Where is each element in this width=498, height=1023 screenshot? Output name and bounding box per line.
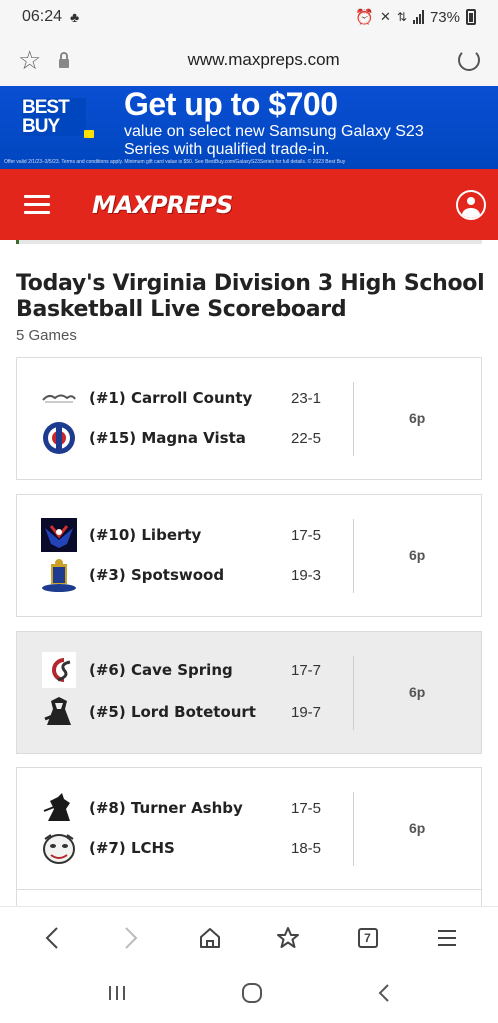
url-text[interactable]: www.maxpreps.com <box>69 50 458 70</box>
battery-percent: 73% <box>429 8 460 26</box>
best-buy-tag-icon <box>84 130 94 138</box>
home-icon[interactable] <box>190 918 230 958</box>
game-card[interactable]: (#1) Carroll County 23-1 (#15) Magna Vis… <box>16 357 482 480</box>
status-bar: 06:24 ♣ ⏰ ✕ ⇅ 73% <box>0 0 498 34</box>
best-buy-logo: BEST BUY <box>22 98 86 136</box>
battery-icon <box>466 9 476 25</box>
game-time: 6p <box>409 547 426 563</box>
ad-headline: Get up to $700 <box>124 86 338 122</box>
android-nav-bar <box>0 968 498 1023</box>
lchs-logo-icon <box>41 830 77 866</box>
game-card[interactable]: (#6) Cave Spring 17-7 (#5) Lord Botetour… <box>16 631 482 754</box>
magna-vista-logo-icon <box>41 420 77 456</box>
card-divider <box>353 792 354 866</box>
spotswood-logo-icon <box>41 557 77 593</box>
game-time: 6p <box>409 684 426 700</box>
lock-icon[interactable] <box>59 51 70 68</box>
back-icon[interactable] <box>32 918 72 958</box>
best-buy-ad-banner[interactable]: BEST BUY Get up to $700 value on select … <box>0 86 498 169</box>
carroll-county-logo-icon <box>41 380 77 416</box>
lord-botetourt-logo-icon <box>41 694 77 730</box>
game-card[interactable]: (#8) Turner Ashby 17-5 (#7) LCHS 18-5 6p <box>16 767 482 890</box>
team-row[interactable]: (#5) Lord Botetourt 19-7 <box>41 694 341 730</box>
bookmarks-star-icon[interactable] <box>269 918 309 958</box>
browser-menu-icon[interactable] <box>427 918 467 958</box>
address-bar: ☆ www.maxpreps.com <box>0 34 498 86</box>
clock: 06:24 <box>22 8 63 25</box>
forward-icon[interactable] <box>111 918 151 958</box>
team-row[interactable]: (#10) Liberty 17-5 <box>41 517 341 553</box>
team-row[interactable]: (#1) Carroll County 23-1 <box>41 380 341 416</box>
tabs-icon[interactable]: 7 <box>348 918 388 958</box>
turner-ashby-logo-icon <box>41 790 77 826</box>
game-card[interactable]: (#10) Liberty 17-5 (#3) Spotswood 19-3 6… <box>16 494 482 617</box>
signal-icon <box>412 10 424 24</box>
notification-icon: ♣ <box>70 9 80 25</box>
ad-subtext: value on select new Samsung Galaxy S23 S… <box>124 123 424 158</box>
card-divider <box>353 656 354 730</box>
home-button-icon[interactable] <box>241 982 263 1009</box>
liberty-logo-icon <box>41 517 77 553</box>
browser-toolbar: 7 <box>0 906 498 968</box>
games-count: 5 Games <box>16 327 77 344</box>
reload-icon[interactable] <box>458 49 480 71</box>
header-divider <box>16 240 482 244</box>
nav-back-icon[interactable] <box>377 983 391 1008</box>
site-header: MAXPREPS <box>0 169 498 240</box>
team-row[interactable]: (#15) Magna Vista 22-5 <box>41 420 341 456</box>
menu-icon[interactable] <box>24 195 50 214</box>
data-icon: ⇅ <box>396 10 407 24</box>
card-divider <box>353 382 354 456</box>
status-icons: ⏰ ✕ ⇅ 73% <box>355 8 476 26</box>
game-time: 6p <box>409 820 426 836</box>
alarm-icon: ⏰ <box>355 9 374 26</box>
bookmark-star-icon[interactable]: ☆ <box>18 47 41 73</box>
team-row[interactable]: (#3) Spotswood 19-3 <box>41 557 341 593</box>
team-row[interactable]: (#6) Cave Spring 17-7 <box>41 652 341 688</box>
page-title: Today's Virginia Division 3 High School … <box>16 271 485 322</box>
cave-spring-logo-icon <box>41 652 77 688</box>
maxpreps-logo[interactable]: MAXPREPS <box>92 191 233 219</box>
game-time: 6p <box>409 410 426 426</box>
team-row[interactable]: (#8) Turner Ashby 17-5 <box>41 790 341 826</box>
account-icon[interactable] <box>456 189 486 220</box>
recent-apps-icon[interactable] <box>107 984 127 1007</box>
card-divider <box>353 519 354 593</box>
ad-fine-print: Offer valid 2/1/23–3/5/23. Terms and con… <box>4 159 346 165</box>
team-row[interactable]: (#7) LCHS 18-5 <box>41 830 341 866</box>
mute-icon: ✕ <box>380 9 391 24</box>
